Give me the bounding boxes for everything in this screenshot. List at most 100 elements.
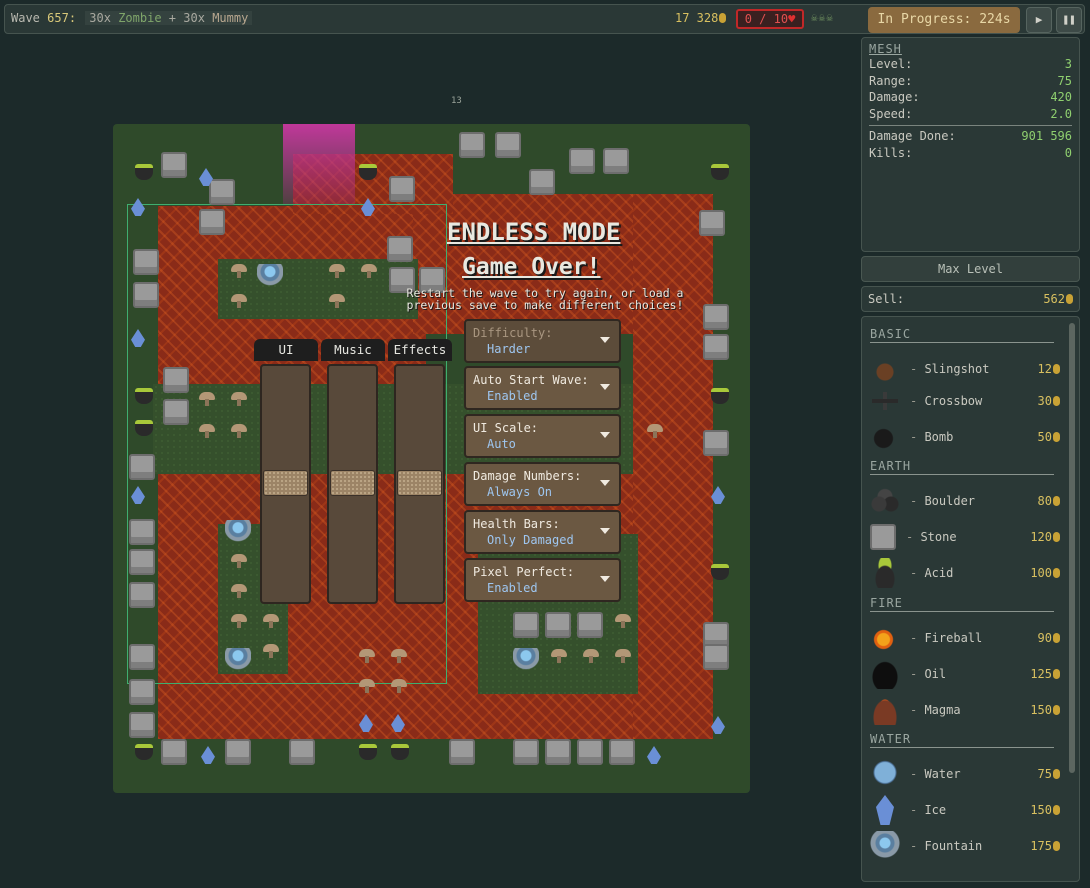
stone-tower[interactable] xyxy=(577,739,603,765)
mesh-tower[interactable] xyxy=(551,649,567,663)
health-bars-select[interactable]: Health Bars: Only Damaged xyxy=(464,510,621,554)
mesh-tower[interactable] xyxy=(231,614,247,628)
shop-item-fireball[interactable]: Fireball90 xyxy=(870,623,1060,653)
acid-tower[interactable] xyxy=(135,420,153,436)
acid-tower[interactable] xyxy=(711,388,729,404)
shop-item-crossbow[interactable]: Crossbow30 xyxy=(870,386,1060,416)
slider-handle[interactable] xyxy=(330,470,375,496)
stone-tower[interactable] xyxy=(609,739,635,765)
stone-tower[interactable] xyxy=(163,367,189,393)
stone-tower[interactable] xyxy=(129,454,155,480)
shop-item-stone[interactable]: Stone120 xyxy=(870,522,1060,552)
shop-item-magma[interactable]: Magma150 xyxy=(870,695,1060,725)
mesh-tower[interactable] xyxy=(231,264,247,278)
ice-tower[interactable] xyxy=(647,746,661,764)
stone-tower[interactable] xyxy=(289,739,315,765)
mesh-tower[interactable] xyxy=(263,614,279,628)
mesh-tower[interactable] xyxy=(231,294,247,308)
pause-button[interactable]: ❚❚ xyxy=(1056,7,1082,33)
stone-tower[interactable] xyxy=(603,148,629,174)
mesh-tower[interactable] xyxy=(361,264,377,278)
stone-tower[interactable] xyxy=(577,612,603,638)
stone-tower[interactable] xyxy=(161,739,187,765)
acid-tower[interactable] xyxy=(359,164,377,180)
fountain-tower[interactable] xyxy=(513,648,539,670)
mesh-tower[interactable] xyxy=(329,264,345,278)
stone-tower[interactable] xyxy=(225,739,251,765)
acid-tower[interactable] xyxy=(711,164,729,180)
slider-handle[interactable] xyxy=(263,470,308,496)
tab-music-volume[interactable]: Music xyxy=(321,339,385,361)
stone-tower[interactable] xyxy=(513,739,539,765)
wave-status-button[interactable]: In Progress: 224s xyxy=(868,7,1020,33)
stone-tower[interactable] xyxy=(459,132,485,158)
effects-volume-slider[interactable] xyxy=(394,364,445,604)
stone-tower[interactable] xyxy=(699,210,725,236)
stone-tower[interactable] xyxy=(545,612,571,638)
shop-item-acid[interactable]: Acid100 xyxy=(870,558,1060,588)
stone-tower[interactable] xyxy=(209,179,235,205)
sell-button[interactable]: Sell: 562 xyxy=(861,286,1080,312)
stone-tower[interactable] xyxy=(569,148,595,174)
mesh-tower[interactable] xyxy=(231,554,247,568)
stone-tower[interactable] xyxy=(133,282,159,308)
mesh-tower[interactable] xyxy=(199,392,215,406)
mesh-tower[interactable] xyxy=(583,649,599,663)
ice-tower[interactable] xyxy=(711,486,725,504)
stone-tower[interactable] xyxy=(129,679,155,705)
stone-tower[interactable] xyxy=(199,209,225,235)
acid-tower[interactable] xyxy=(359,744,377,760)
tab-ui-volume[interactable]: UI xyxy=(254,339,318,361)
stone-tower[interactable] xyxy=(449,739,475,765)
mesh-tower[interactable] xyxy=(359,679,375,693)
stone-tower[interactable] xyxy=(703,334,729,360)
mesh-tower[interactable] xyxy=(391,649,407,663)
mesh-tower[interactable] xyxy=(199,424,215,438)
stone-tower[interactable] xyxy=(513,612,539,638)
ice-tower[interactable] xyxy=(201,746,215,764)
max-level-button[interactable]: Max Level xyxy=(861,256,1080,282)
shop-item-oil[interactable]: Oil125 xyxy=(870,659,1060,689)
mesh-tower[interactable] xyxy=(231,584,247,598)
tab-effects-volume[interactable]: Effects xyxy=(388,339,452,361)
damage-numbers-select[interactable]: Damage Numbers: Always On xyxy=(464,462,621,506)
shop-item-slingshot[interactable]: Slingshot12 xyxy=(870,354,1060,384)
acid-tower[interactable] xyxy=(391,744,409,760)
acid-tower[interactable] xyxy=(135,164,153,180)
slider-handle[interactable] xyxy=(397,470,442,496)
stone-tower[interactable] xyxy=(129,549,155,575)
ui-scale-select[interactable]: UI Scale: Auto xyxy=(464,414,621,458)
fountain-tower[interactable] xyxy=(257,264,283,286)
auto-start-wave-select[interactable]: Auto Start Wave: Enabled xyxy=(464,366,621,410)
stone-tower[interactable] xyxy=(129,644,155,670)
stone-tower[interactable] xyxy=(703,430,729,456)
mesh-tower[interactable] xyxy=(231,392,247,406)
acid-tower[interactable] xyxy=(135,744,153,760)
mesh-tower[interactable] xyxy=(391,679,407,693)
mesh-tower[interactable] xyxy=(615,614,631,628)
mesh-tower[interactable] xyxy=(647,424,663,438)
stone-tower[interactable] xyxy=(703,644,729,670)
stone-tower[interactable] xyxy=(133,249,159,275)
acid-tower[interactable] xyxy=(711,564,729,580)
shop-item-water[interactable]: Water75 xyxy=(870,759,1060,789)
difficulty-select[interactable]: Difficulty: Harder xyxy=(464,319,621,363)
shop-item-bomb[interactable]: Bomb50 xyxy=(870,422,1060,452)
mesh-tower[interactable] xyxy=(231,424,247,438)
shop-item-ice[interactable]: Ice150 xyxy=(870,795,1060,825)
play-button[interactable]: ▶ xyxy=(1026,7,1052,33)
stone-tower[interactable] xyxy=(129,519,155,545)
stone-tower[interactable] xyxy=(163,399,189,425)
shop-item-fountain[interactable]: Fountain175 xyxy=(870,831,1060,861)
ice-tower[interactable] xyxy=(711,716,725,734)
fountain-tower[interactable] xyxy=(225,520,251,542)
stone-tower[interactable] xyxy=(495,132,521,158)
stone-tower[interactable] xyxy=(545,739,571,765)
music-volume-slider[interactable] xyxy=(327,364,378,604)
stone-tower[interactable] xyxy=(389,176,415,202)
mesh-tower[interactable] xyxy=(359,649,375,663)
stone-tower[interactable] xyxy=(387,236,413,262)
ui-volume-slider[interactable] xyxy=(260,364,311,604)
fountain-tower[interactable] xyxy=(225,648,251,670)
mesh-tower[interactable] xyxy=(263,644,279,658)
